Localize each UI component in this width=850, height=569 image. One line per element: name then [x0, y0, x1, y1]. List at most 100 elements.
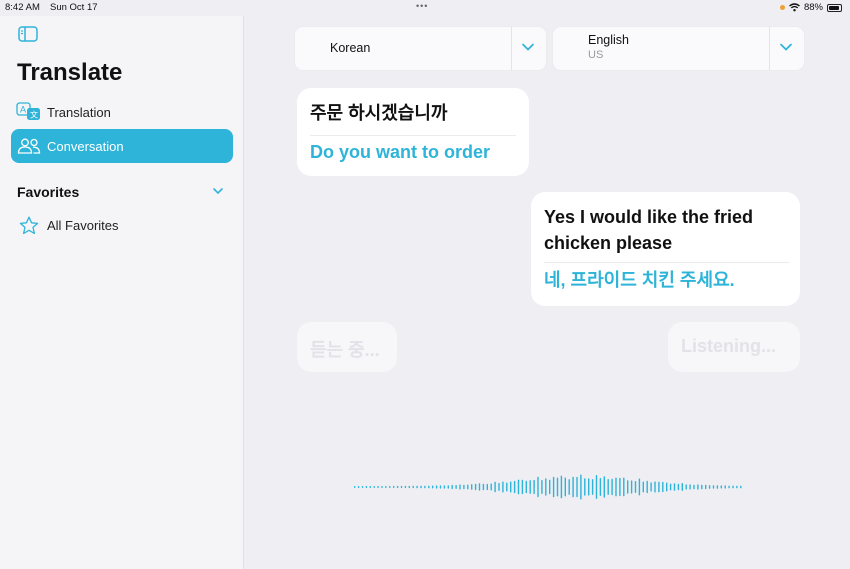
waveform-bar — [740, 485, 742, 489]
waveform-bar — [506, 482, 508, 492]
waveform-bar — [451, 484, 453, 490]
conversation-bubble[interactable]: Yes I would like the fried chicken pleas… — [531, 192, 800, 306]
chevron-down-icon[interactable] — [521, 42, 535, 52]
mic-in-use-indicator-icon — [779, 5, 785, 10]
waveform-bar — [584, 478, 586, 496]
waveform-bar — [502, 481, 504, 493]
waveform-bar — [365, 485, 368, 489]
waveform-bar — [494, 481, 496, 493]
chevron-down-icon[interactable] — [212, 187, 224, 195]
waveform-bar — [549, 479, 551, 495]
sidebar-item-translation[interactable]: A 文 Translation — [11, 95, 233, 129]
waveform-bar — [642, 481, 644, 493]
waveform-bar — [701, 484, 703, 490]
sidebar-item-all-favorites[interactable]: All Favorites — [11, 208, 233, 242]
waveform-bar — [420, 485, 422, 489]
waveform-bar — [599, 478, 602, 496]
waveform-bar — [673, 483, 676, 491]
waveform-bar — [513, 480, 516, 494]
waveform-bar — [603, 476, 605, 498]
translation-icon: A 文 — [15, 102, 43, 122]
waveform-bar — [630, 480, 633, 494]
status-bar: 8:42 AM Sun Oct 17 ••• 88% — [0, 0, 850, 16]
waveform-bar — [486, 483, 488, 491]
waveform-bar — [580, 474, 582, 500]
waveform-bar — [424, 485, 426, 489]
source-language-selector[interactable]: Korean — [295, 27, 546, 70]
waveform-bar — [482, 483, 485, 491]
bubble-translation-text: 네, 프라이드 치킨 주세요. — [544, 270, 735, 290]
waveform-bar — [697, 484, 699, 490]
multitasking-dots-icon[interactable]: ••• — [416, 1, 428, 11]
waveform-bar — [443, 485, 446, 489]
bubble-translation-text: Do you want to order — [310, 142, 490, 162]
source-language-name: Korean — [330, 41, 371, 55]
waveform-bar — [439, 485, 442, 489]
conversation-bubble[interactable]: 주문 하시겠습니까 Do you want to order — [297, 88, 529, 176]
waveform-bar — [435, 485, 438, 489]
waveform-bar — [556, 477, 559, 497]
waveform-bar — [474, 483, 477, 491]
waveform-bar — [521, 479, 524, 495]
target-language-selector[interactable]: English US — [553, 27, 804, 70]
bubble-divider — [544, 262, 790, 263]
target-language-region: US — [588, 49, 604, 61]
waveform-bar — [533, 479, 535, 495]
selector-divider — [511, 27, 512, 70]
waveform-bar — [490, 483, 492, 491]
waveform-bar — [478, 483, 481, 491]
waveform-bar — [455, 485, 457, 489]
listening-bubble-left: 듣는 중... — [297, 322, 397, 372]
waveform-bar — [510, 481, 512, 493]
chevron-down-icon[interactable] — [779, 42, 793, 52]
waveform-bar — [369, 485, 371, 489]
sidebar-item-conversation[interactable]: Conversation — [11, 129, 233, 163]
waveform-bar — [385, 485, 387, 489]
app-title: Translate — [17, 59, 123, 86]
waveform-bar — [545, 478, 547, 496]
waveform-bar — [623, 477, 625, 497]
audio-waveform — [354, 474, 742, 500]
waveform-bar — [716, 485, 719, 489]
waveform-bar — [564, 477, 566, 497]
waveform-bar — [615, 477, 617, 497]
favorites-header[interactable]: Favorites — [17, 184, 79, 200]
waveform-bar — [669, 483, 672, 491]
bubble-divider — [310, 135, 516, 136]
waveform-bar — [650, 482, 652, 492]
waveform-bar — [463, 484, 465, 490]
waveform-bar — [720, 485, 722, 489]
waveform-bar — [591, 479, 594, 495]
sidebar-toggle-icon[interactable] — [18, 26, 38, 42]
waveform-bar — [576, 476, 578, 498]
waveform-bar — [373, 485, 375, 489]
waveform-bar — [498, 483, 500, 491]
listening-bubble-right: Listening... — [668, 322, 800, 372]
waveform-bar — [381, 485, 383, 489]
waveform-bar — [447, 485, 449, 489]
waveform-bar — [408, 485, 410, 489]
waveform-bar — [728, 485, 730, 489]
waveform-bar — [662, 481, 664, 493]
waveform-bar — [689, 484, 691, 490]
waveform-bar — [638, 478, 641, 496]
waveform-bar — [708, 485, 711, 489]
sidebar-item-label: All Favorites — [47, 217, 119, 233]
waveform-bar — [361, 485, 364, 489]
waveform-bar — [666, 482, 668, 492]
waveform-bar — [607, 479, 609, 495]
target-language-name: English — [588, 33, 629, 47]
waveform-bar — [619, 477, 621, 497]
status-indicators: 88% — [779, 2, 842, 13]
waveform-bar — [354, 485, 356, 489]
waveform-bar — [432, 485, 434, 489]
listening-placeholder: 듣는 중... — [310, 340, 380, 360]
sidebar-item-label: Translation — [47, 104, 111, 120]
waveform-bar — [732, 485, 734, 489]
people-icon — [15, 138, 43, 154]
waveform-bar — [681, 483, 683, 491]
waveform-bar — [705, 484, 707, 490]
waveform-bar — [685, 484, 687, 490]
waveform-bar — [389, 485, 391, 489]
waveform-bar — [396, 485, 399, 489]
